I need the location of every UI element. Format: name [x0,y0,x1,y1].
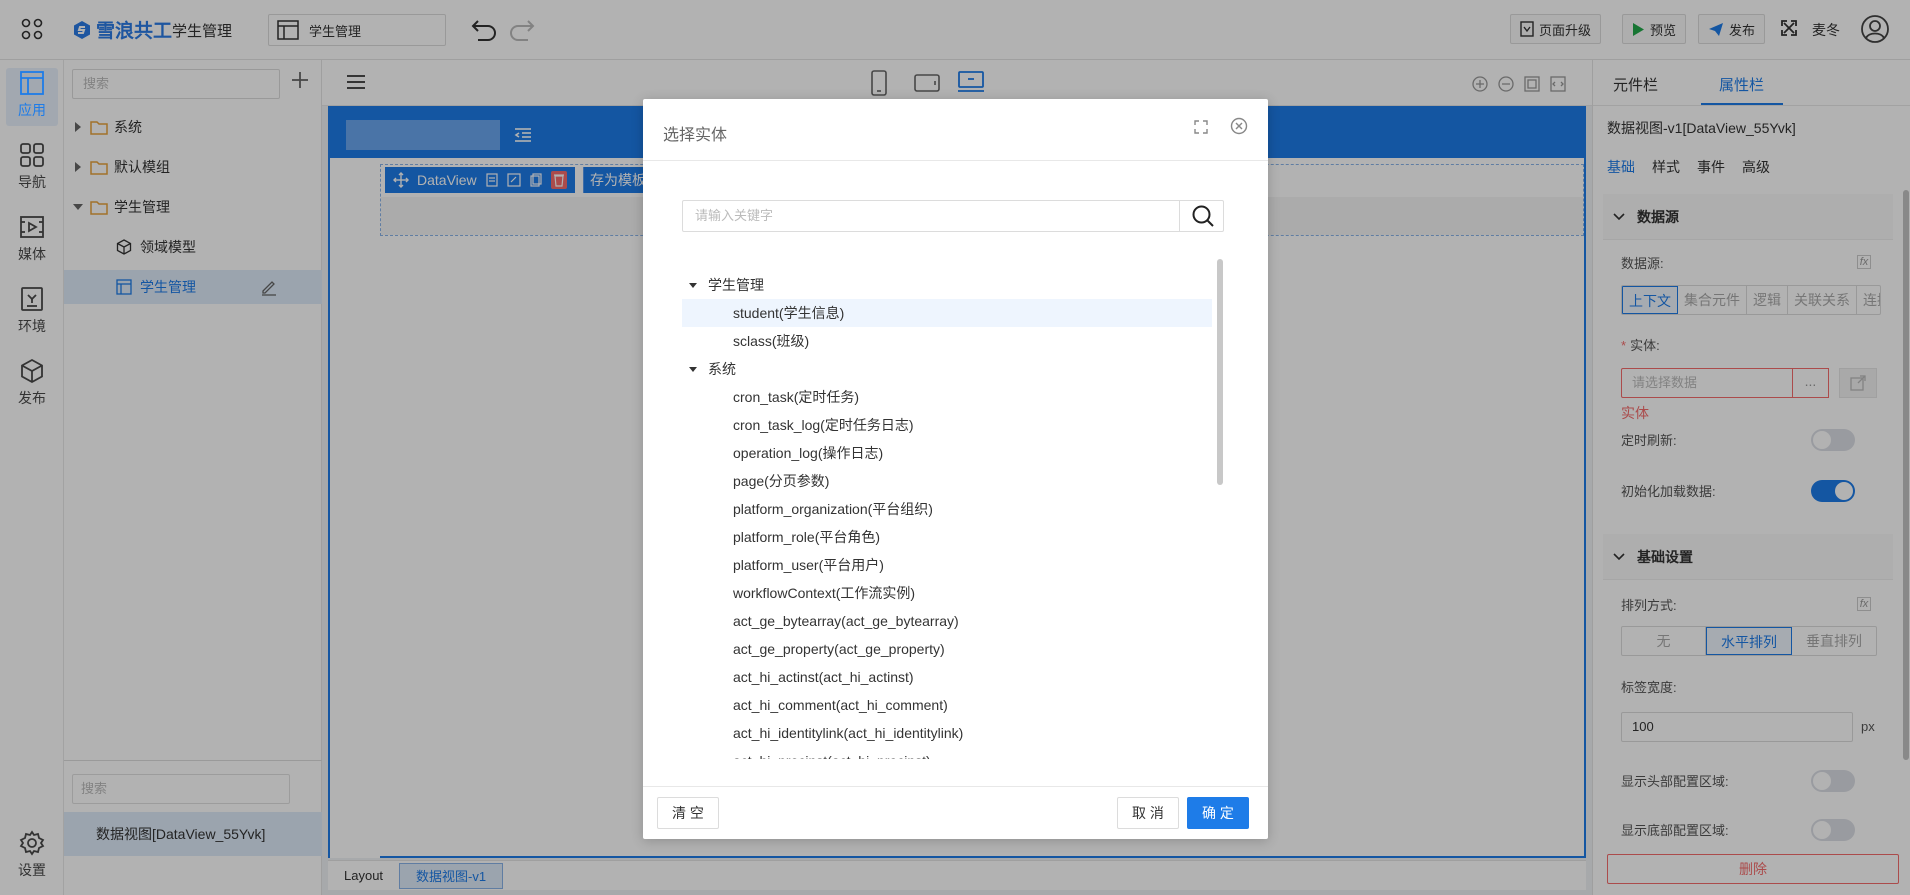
close-icon[interactable] [1230,117,1248,135]
entity-item[interactable]: platform_user(平台用户) [682,551,1212,579]
select-entity-dialog: 选择实体 请输入关键字 学生管理 student(学生信息) sclass(班级… [643,99,1268,839]
entity-item[interactable]: cron_task(定时任务) [682,383,1212,411]
grid-icon [20,143,44,167]
entity-search-input[interactable]: 请输入关键字 [683,201,1179,231]
dialog-header: 选择实体 [643,99,1268,161]
cube-icon [21,358,43,384]
entity-group-label: 学生管理 [708,277,764,293]
media-icon [20,216,44,238]
dialog-footer: 清 空 取 消 确 定 [643,786,1268,839]
entity-item[interactable]: page(分页参数) [682,467,1212,495]
entity-tree-scrollbar[interactable] [1217,259,1223,485]
entity-tree: 学生管理 student(学生信息) sclass(班级) 系统 cron_ta… [682,259,1218,759]
dialog-title: 选择实体 [663,127,728,144]
entity-item[interactable]: act_ge_bytearray(act_ge_bytearray) [682,607,1212,635]
nav-item-label: 环境 [18,318,46,334]
entity-item[interactable]: workflowContext(工作流实例) [682,579,1212,607]
nav-item-label: 导航 [18,174,46,190]
entity-item[interactable]: platform_role(平台角色) [682,523,1212,551]
gear-icon [19,830,45,856]
entity-item[interactable]: student(学生信息) [682,299,1212,327]
entity-group[interactable]: 学生管理 [682,271,1212,299]
caret-down-icon [689,283,697,288]
entity-item[interactable]: act_hi_actinst(act_hi_actinst) [682,663,1212,691]
cancel-button[interactable]: 取 消 [1117,797,1179,829]
confirm-button[interactable]: 确 定 [1187,797,1249,829]
environment-icon [21,287,43,311]
entity-search: 请输入关键字 [682,200,1224,232]
nav-item-label: 应用 [18,102,46,118]
entity-group[interactable]: 系统 [682,355,1212,383]
settings-label: 设置 [18,862,46,878]
clear-button[interactable]: 清 空 [657,797,719,829]
entity-item[interactable]: act_hi_procinst(act_hi_procinst) [682,747,1212,759]
entity-item[interactable]: platform_organization(平台组织) [682,495,1212,523]
entity-item[interactable]: operation_log(操作日志) [682,439,1212,467]
caret-down-icon [689,367,697,372]
search-button[interactable] [1179,200,1225,232]
entity-item[interactable]: cron_task_log(定时任务日志) [682,411,1212,439]
entity-item[interactable]: act_hi_comment(act_hi_comment) [682,691,1212,719]
entity-item[interactable]: act_ge_property(act_ge_property) [682,635,1212,663]
search-icon [1192,205,1214,227]
maximize-icon[interactable] [1193,119,1209,135]
entity-item[interactable]: act_hi_identitylink(act_hi_identitylink) [682,719,1212,747]
app-layout-icon [20,71,44,95]
entity-item[interactable]: sclass(班级) [682,327,1212,355]
nav-item-label: 媒体 [18,246,46,262]
nav-item-label: 发布 [18,390,46,406]
entity-group-label: 系统 [708,361,736,377]
